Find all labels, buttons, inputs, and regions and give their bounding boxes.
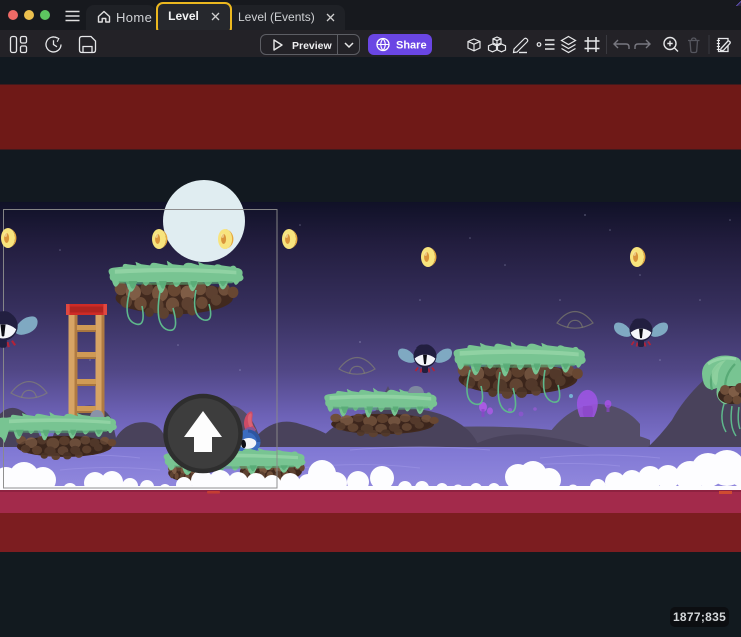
svg-text:Preview: Preview — [292, 40, 333, 52]
svg-text:Share: Share — [396, 39, 427, 51]
